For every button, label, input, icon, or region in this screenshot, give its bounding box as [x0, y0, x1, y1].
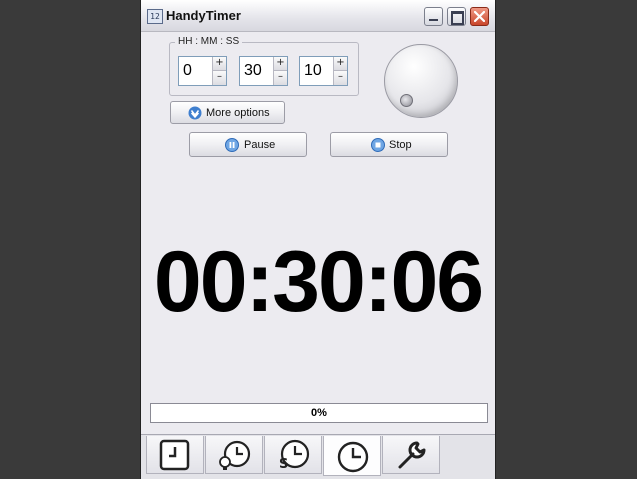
close-button[interactable]: [470, 7, 489, 26]
down-arrow-icon: [188, 106, 202, 120]
app-icon: 12: [147, 9, 163, 24]
tab-alarm[interactable]: [205, 436, 263, 474]
minutes-spinner[interactable]: 30 + –: [239, 56, 288, 86]
seconds-value[interactable]: 10: [304, 62, 322, 80]
timer-display: 00:30:06: [153, 234, 484, 330]
pause-label: Pause: [244, 139, 276, 151]
wrench-settings-icon: [398, 441, 426, 469]
knob-indicator: [400, 94, 413, 107]
minutes-decrement-button[interactable]: –: [273, 71, 287, 85]
mode-tab-strip: S: [141, 434, 495, 479]
maximize-button[interactable]: [447, 7, 466, 26]
stop-button[interactable]: Stop: [330, 132, 448, 157]
progress-bar: 0%: [150, 403, 488, 423]
more-options-button[interactable]: More options: [170, 101, 285, 124]
hours-value[interactable]: 0: [183, 62, 192, 80]
minutes-increment-button[interactable]: +: [273, 57, 287, 71]
tab-scheduled[interactable]: S: [264, 436, 322, 474]
stop-icon: [371, 138, 385, 152]
minimize-button[interactable]: [424, 7, 443, 26]
window-title: HandyTimer: [166, 8, 241, 23]
close-icon: [474, 11, 485, 22]
pause-icon: [225, 138, 239, 152]
countdown-clock-icon: [337, 441, 369, 473]
seconds-spinner[interactable]: 10 + –: [299, 56, 348, 86]
stop-label: Stop: [389, 139, 412, 151]
seconds-decrement-button[interactable]: –: [333, 71, 347, 85]
title-bar[interactable]: 12 HandyTimer: [141, 0, 495, 32]
hours-decrement-button[interactable]: –: [212, 71, 226, 85]
seconds-increment-button[interactable]: +: [333, 57, 347, 71]
pause-button[interactable]: Pause: [189, 132, 307, 157]
minutes-value[interactable]: 30: [244, 62, 262, 80]
stopwatch-square-icon: [159, 439, 190, 471]
svg-text:S: S: [279, 457, 288, 472]
time-dial-knob[interactable]: [384, 44, 458, 118]
time-format-legend: HH : MM : SS: [175, 36, 243, 47]
alarm-bulb-clock-icon: [219, 440, 251, 470]
scheduled-clock-icon: S: [279, 439, 310, 472]
hours-spinner[interactable]: 0 + –: [178, 56, 227, 86]
tab-countdown[interactable]: [323, 436, 381, 476]
handytimer-window: 12 HandyTimer HH : MM : SS 0 + – 30 + – …: [141, 0, 495, 479]
tab-stopwatch[interactable]: [146, 436, 204, 474]
more-options-label: More options: [206, 107, 270, 119]
progress-percent: 0%: [311, 407, 327, 419]
tab-settings[interactable]: [382, 436, 440, 474]
hours-increment-button[interactable]: +: [212, 57, 226, 71]
